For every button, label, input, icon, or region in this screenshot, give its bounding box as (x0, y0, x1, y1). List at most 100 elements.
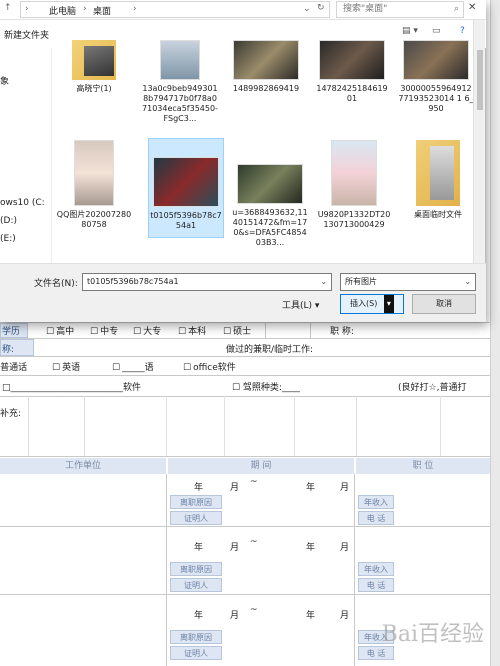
file-item[interactable]: 13a0c9beb9493018b794717b0f78a071034eca5f… (142, 40, 218, 124)
work-unit-header: 工作单位 (0, 458, 166, 474)
form-divider (84, 396, 85, 456)
chevron-right-icon: › (133, 4, 137, 14)
navigation-pane: 象 ows10 (C: (D:) (E:) (0, 48, 52, 263)
form-divider (310, 322, 311, 338)
view-options-icon[interactable]: ▤ ▾ (402, 26, 418, 36)
option-office[interactable]: office软件 (183, 360, 236, 373)
filename-label: 文件名(N): (34, 279, 78, 289)
option-english[interactable]: 英语 (52, 360, 80, 373)
month-label: 月 (230, 483, 240, 493)
file-name: 13a0c9beb9493018b794717b0f78a071034eca5f… (142, 84, 218, 123)
title-label: 职 称: (330, 327, 354, 337)
file-name: 高晓宁(1) (76, 84, 112, 93)
search-placeholder: 搜索"桌面" (343, 4, 388, 14)
breadcrumb[interactable]: › 此电脑 › 桌面 › ⌄ ↻ (20, 1, 330, 18)
chevron-down-icon[interactable]: ⌄ (303, 4, 311, 14)
year-label: 年 (306, 483, 316, 493)
filename-input[interactable]: t0105f5396b78c754a1 ⌄ (82, 273, 332, 291)
preview-pane-icon[interactable]: ▭ (432, 26, 441, 36)
option-mandarin[interactable]: 普通话 (0, 360, 27, 373)
new-folder-button[interactable]: 新建文件夹 (4, 28, 49, 41)
file-name: 3000005596491277193523014 1 6_950 (398, 84, 474, 113)
year-label: 年 (306, 543, 316, 553)
filename-value: t0105f5396b78c754a1 (87, 277, 179, 286)
file-name: U9820P1332DT20130713000429 (317, 210, 391, 229)
period-header: 期 间 (168, 458, 354, 474)
option-master[interactable]: 硕士 (223, 324, 251, 337)
phone-label: 电 话 (358, 646, 394, 660)
form-line (0, 375, 490, 376)
form-divider (28, 396, 29, 456)
form-line (0, 338, 490, 339)
chevron-down-icon[interactable]: ⌄ (320, 274, 327, 290)
watermark: Bai百经验 (381, 622, 484, 647)
chevron-right-icon: › (25, 4, 29, 14)
file-item[interactable]: u=3688493632,1140151472&fm=170&s=DFA5FC4… (232, 164, 308, 248)
file-name: t0105f5396b78c754a1 (150, 211, 222, 230)
leave-reason-label: 离职原因 (170, 495, 222, 509)
file-item-selected[interactable]: t0105f5396b78c754a1 (148, 138, 224, 238)
form-divider (440, 396, 441, 456)
option-bachelor[interactable]: 本科 (178, 324, 206, 337)
folder-icon (72, 40, 116, 80)
nav-item-e-drive[interactable]: (E:) (0, 234, 16, 244)
filetype-select[interactable]: 所有图片 ⌄ (340, 273, 476, 291)
month-label: 月 (230, 543, 240, 553)
refresh-icon[interactable]: ↻ (317, 3, 325, 13)
insert-dropdown-icon[interactable]: ▾ (383, 295, 394, 313)
image-thumbnail (160, 40, 200, 80)
chevron-down-icon[interactable]: ⌄ (464, 274, 471, 290)
insert-button[interactable]: 插入(S) ▾ (340, 294, 404, 314)
month-label: 月 (340, 611, 350, 621)
tools-button[interactable]: 工具(L) ▾ (282, 298, 319, 311)
rating-label: (良好打☆,普通打 (398, 383, 467, 393)
nav-item-objects[interactable]: 象 (0, 74, 9, 87)
income-label: 年收入 (358, 495, 394, 509)
nav-item-c-drive[interactable]: ows10 (C: (0, 198, 45, 208)
file-item[interactable]: QQ图片20200728080758 (56, 140, 132, 230)
form-line (0, 526, 490, 527)
scrollbar-thumb[interactable] (477, 50, 483, 110)
breadcrumb-desktop[interactable]: 桌面 (93, 4, 111, 17)
search-input[interactable]: 搜索"桌面" ⌕ (336, 1, 464, 18)
image-thumbnail (319, 40, 385, 80)
year-label: 年 (194, 543, 204, 553)
option-other-language[interactable]: _____语 (112, 360, 154, 373)
file-item[interactable]: 1489982869419 (228, 40, 304, 94)
right-scroll-area[interactable] (490, 0, 500, 666)
year-label: 年 (194, 611, 204, 621)
file-item[interactable]: 高晓宁(1) (56, 40, 132, 94)
image-thumbnail (237, 164, 303, 204)
phone-label: 电 话 (358, 511, 394, 525)
close-icon[interactable]: ✕ (468, 2, 476, 13)
education-label: 学历 (2, 327, 21, 337)
tilde-label: ~ (250, 537, 258, 547)
dialog-footer: 文件名(N): t0105f5396b78c754a1 ⌄ 所有图片 ⌄ 工具(… (0, 263, 486, 322)
file-item[interactable]: 3000005596491277193523014 1 6_950 (398, 40, 474, 114)
help-icon[interactable]: ? (460, 26, 465, 36)
option-college[interactable]: 大专 (133, 324, 161, 337)
nav-item-d-drive[interactable]: (D:) (0, 216, 17, 226)
form-line (0, 396, 490, 397)
form-line (0, 322, 490, 323)
file-item[interactable]: 1478242518461901 (314, 40, 390, 104)
address-bar: › 此电脑 › 桌面 › ⌄ ↻ ↑ 搜索"桌面" ⌕ ✕ (0, 0, 486, 20)
file-item[interactable]: 桌面临时文件 (400, 140, 474, 220)
month-label: 月 (230, 611, 240, 621)
form-line (0, 456, 490, 457)
vertical-scrollbar[interactable] (473, 20, 485, 263)
search-icon: ⌕ (453, 4, 459, 14)
file-name: 桌面临时文件 (414, 210, 462, 219)
cancel-button[interactable]: 取消 (412, 294, 476, 314)
file-item[interactable]: U9820P1332DT20130713000429 (316, 140, 392, 230)
option-high-school[interactable]: 高中 (46, 324, 74, 337)
breadcrumb-this-pc[interactable]: 此电脑 (49, 4, 76, 17)
insert-picture-dialog: › 此电脑 › 桌面 › ⌄ ↻ ↑ 搜索"桌面" ⌕ ✕ 新建文件夹 ▤ ▾ … (0, 0, 486, 322)
back-icon[interactable]: ↑ (4, 3, 12, 13)
file-list: 高晓宁(1) 13a0c9beb9493018b794717b0f78a0710… (52, 40, 474, 263)
witness-label: 证明人 (170, 646, 222, 660)
driving-label: ☐ 驾照种类:____ (232, 383, 300, 393)
witness-label: 证明人 (170, 511, 222, 525)
image-thumbnail (233, 40, 299, 80)
option-technical[interactable]: 中专 (90, 324, 118, 337)
